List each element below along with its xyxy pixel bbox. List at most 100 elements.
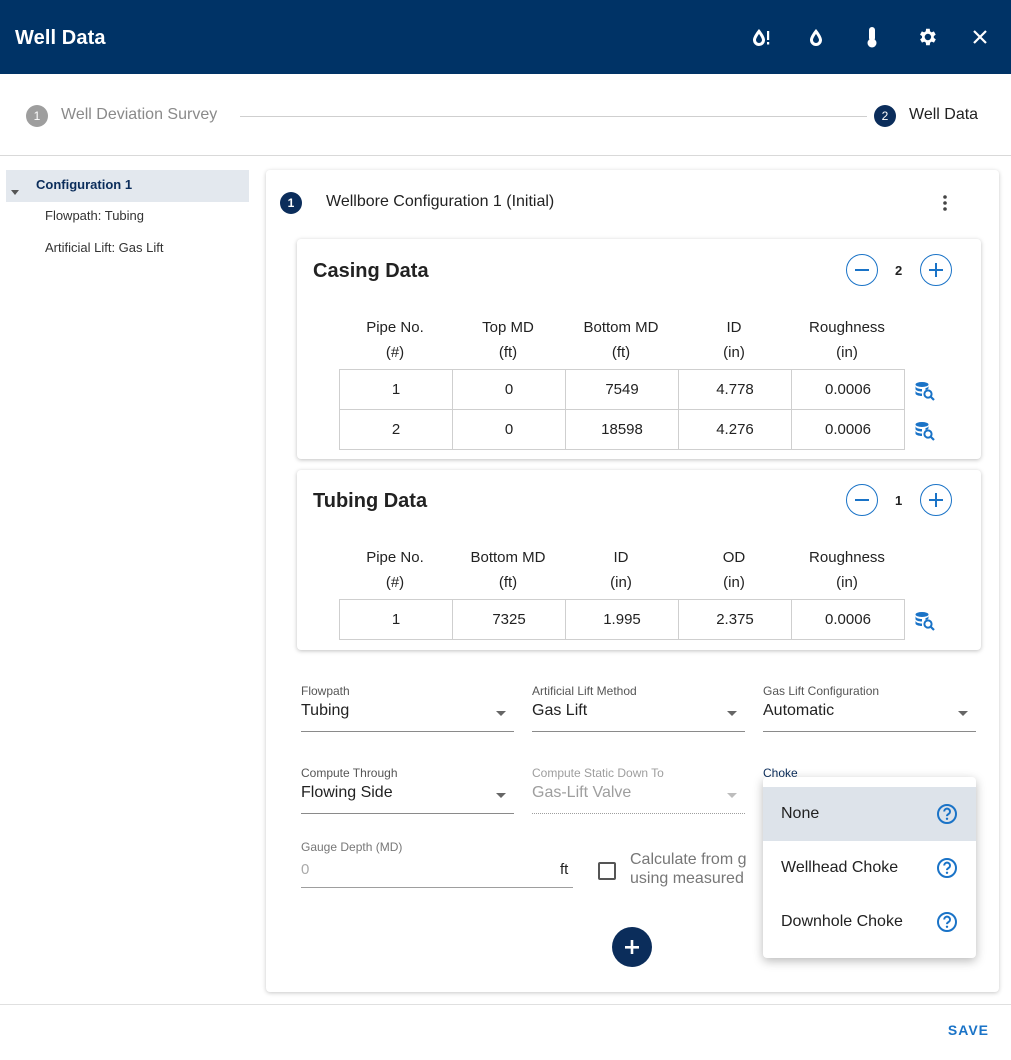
cell-od[interactable]: 2.375 [678, 599, 792, 640]
option-label: Wellhead Choke [781, 859, 899, 876]
oil-alert-icon[interactable] [749, 24, 775, 50]
field-value: Automatic [763, 702, 835, 719]
artificial-lift-select[interactable]: Artificial Lift Method Gas Lift [532, 684, 745, 732]
gas-lift-config-select[interactable]: Gas Lift Configuration Automatic [763, 684, 976, 732]
help-icon[interactable] [936, 911, 958, 933]
choke-option-none[interactable]: None [763, 787, 976, 841]
tubing-remove-button[interactable] [846, 484, 878, 516]
cell-bottom-md[interactable]: 7549 [565, 369, 679, 410]
config-title: Wellbore Configuration 1 (Initial) [326, 193, 555, 210]
tree-item-artificial-lift[interactable]: Artificial Lift: Gas Lift [45, 240, 163, 255]
app-header: Well Data [0, 0, 1011, 74]
cell-pipe-no[interactable]: 1 [339, 369, 453, 410]
table-row: 1 0 7549 4.778 0.0006 [339, 369, 905, 410]
field-value: Gas-Lift Valve [532, 784, 632, 801]
cell-id[interactable]: 1.995 [565, 599, 679, 640]
dropdown-arrow-icon [727, 711, 737, 716]
cell-roughness[interactable]: 0.0006 [791, 369, 905, 410]
field-value: Flowing Side [301, 784, 393, 801]
col-header: OD (in) [722, 549, 746, 591]
field-underline [301, 813, 514, 814]
option-label: Downhole Choke [781, 913, 903, 930]
database-search-icon[interactable] [914, 610, 936, 632]
stepper: 1 Well Deviation Survey 2 Well Data [0, 74, 1011, 156]
field-value: Tubing [301, 702, 350, 719]
tubing-table: 1 7325 1.995 2.375 0.0006 [339, 599, 905, 640]
flowpath-select[interactable]: Flowpath Tubing [301, 684, 514, 732]
add-configuration-button[interactable] [612, 927, 652, 967]
help-icon[interactable] [936, 803, 958, 825]
col-header: Roughness (in) [809, 319, 885, 361]
database-search-icon[interactable] [914, 380, 936, 402]
col-header: ID (in) [723, 319, 745, 361]
choke-dropdown-menu: None Wellhead Choke Downhole Choke [763, 777, 976, 958]
col-header: Pipe No. (#) [366, 549, 424, 591]
step-number: 2 [874, 105, 896, 127]
calculate-checkbox-label: Calculate from g using measured [630, 851, 747, 887]
compute-through-select[interactable]: Compute Through Flowing Side [301, 766, 514, 814]
database-search-icon[interactable] [914, 420, 936, 442]
casing-title: Casing Data [313, 260, 429, 282]
field-underline [532, 731, 745, 732]
tubing-add-button[interactable] [920, 484, 952, 516]
gauge-depth-field[interactable]: Gauge Depth (MD) 0 ft [301, 840, 573, 890]
option-label: None [781, 805, 820, 822]
cell-id[interactable]: 4.778 [678, 369, 792, 410]
dropdown-arrow-icon [496, 711, 506, 716]
calculate-checkbox[interactable] [598, 862, 616, 880]
col-header: Bottom MD (ft) [583, 319, 659, 361]
field-label: Gas Lift Configuration [763, 684, 880, 698]
casing-add-button[interactable] [920, 254, 952, 286]
col-header: Top MD (ft) [482, 319, 534, 361]
field-underline [301, 731, 514, 732]
help-icon[interactable] [936, 857, 958, 879]
field-label: Artificial Lift Method [532, 684, 637, 698]
gear-icon[interactable] [914, 24, 940, 50]
table-row: 1 7325 1.995 2.375 0.0006 [339, 599, 905, 640]
field-underline [532, 813, 745, 814]
step-number: 1 [26, 105, 48, 127]
cell-roughness[interactable]: 0.0006 [791, 599, 905, 640]
tubing-title: Tubing Data [313, 490, 428, 512]
table-row: 2 0 18598 4.276 0.0006 [339, 409, 905, 450]
casing-table: 1 0 7549 4.778 0.0006 2 0 18598 4.276 0.… [339, 369, 905, 450]
tree-item-flowpath[interactable]: Flowpath: Tubing [45, 208, 144, 223]
step-connector [240, 116, 867, 117]
footer-divider [0, 1004, 1011, 1005]
tubing-count: 1 [895, 493, 903, 508]
dropdown-arrow-icon [958, 711, 968, 716]
choke-option-downhole[interactable]: Downhole Choke [763, 895, 976, 949]
step-label: Well Deviation Survey [61, 106, 218, 123]
col-header: ID (in) [610, 549, 632, 591]
cell-top-md[interactable]: 0 [452, 409, 566, 450]
cell-bottom-md[interactable]: 18598 [565, 409, 679, 450]
cell-top-md[interactable]: 0 [452, 369, 566, 410]
save-button[interactable]: SAVE [948, 1022, 989, 1038]
dropdown-arrow-icon [496, 793, 506, 798]
compute-static-select: Compute Static Down To Gas-Lift Valve [532, 766, 745, 814]
caret-down-icon[interactable] [11, 183, 19, 199]
config-tree: Configuration 1 Flowpath: Tubing Artific… [0, 157, 258, 1005]
field-value: Gas Lift [532, 702, 588, 719]
cell-id[interactable]: 4.276 [678, 409, 792, 450]
more-vert-icon[interactable] [937, 192, 953, 214]
close-icon[interactable] [967, 24, 993, 50]
choke-option-wellhead[interactable]: Wellhead Choke [763, 841, 976, 895]
tree-item-configuration-1[interactable]: Configuration 1 [36, 177, 132, 192]
cell-pipe-no[interactable]: 2 [339, 409, 453, 450]
cell-pipe-no[interactable]: 1 [339, 599, 453, 640]
field-underline [763, 731, 976, 732]
field-label: Compute Through [301, 766, 398, 780]
col-header: Bottom MD (ft) [470, 549, 546, 591]
col-header: Roughness (in) [809, 549, 885, 591]
cell-roughness[interactable]: 0.0006 [791, 409, 905, 450]
casing-data-card: Casing Data 2 Pipe No. (#) Top MD (ft) Bot… [297, 239, 981, 459]
unit-label: ft [560, 861, 569, 878]
cell-bottom-md[interactable]: 7325 [452, 599, 566, 640]
gauge-depth-input[interactable]: 0 [301, 861, 573, 878]
casing-remove-button[interactable] [846, 254, 878, 286]
page-title: Well Data [15, 27, 106, 49]
config-number-badge: 1 [280, 192, 302, 214]
thermometer-icon[interactable] [859, 24, 885, 50]
oil-drop-icon[interactable] [803, 24, 829, 50]
